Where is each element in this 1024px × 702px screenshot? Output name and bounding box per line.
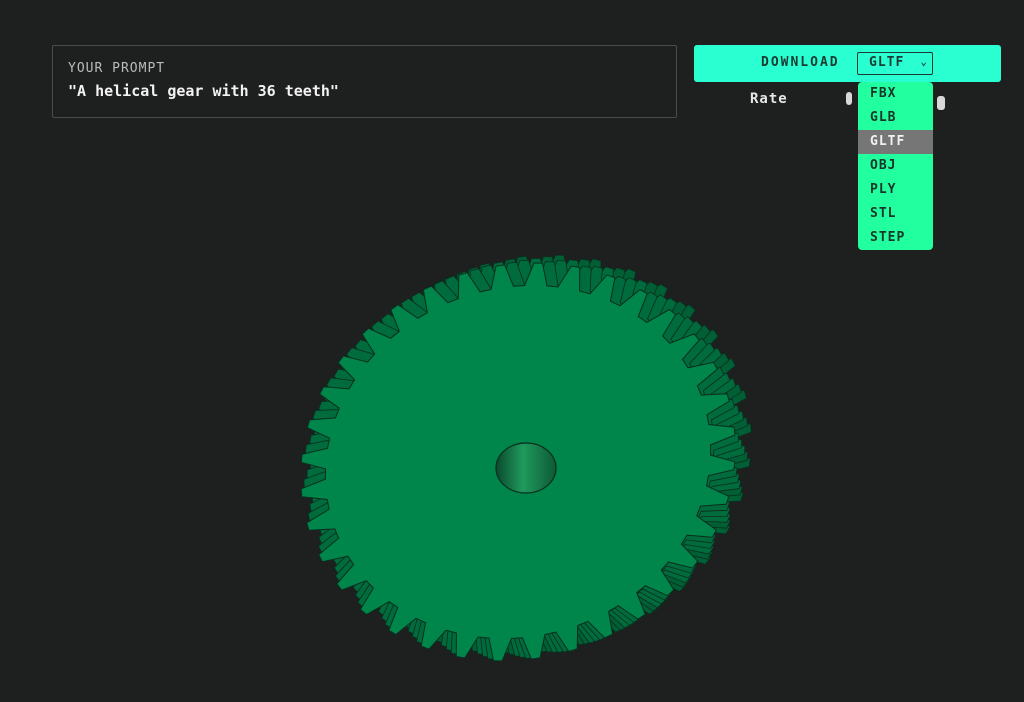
format-dropdown-menu: FBX GLB GLTF OBJ PLY STL STEP — [858, 82, 933, 250]
chevron-down-icon: ⌄ — [920, 55, 928, 68]
format-option-ply[interactable]: PLY — [858, 178, 933, 202]
format-option-obj[interactable]: OBJ — [858, 154, 933, 178]
download-bar: DOWNLOAD GLTF ⌄ — [694, 45, 1001, 82]
gear-bore-hole — [495, 442, 557, 494]
app-stage: YOUR PROMPT "A helical gear with 36 teet… — [0, 0, 1024, 702]
format-option-glb[interactable]: GLB — [858, 106, 933, 130]
format-option-stl[interactable]: STL — [858, 202, 933, 226]
rate-label: Rate — [750, 91, 788, 107]
format-option-fbx[interactable]: FBX — [858, 82, 933, 106]
prompt-label: YOUR PROMPT — [68, 61, 166, 76]
model-viewport[interactable] — [286, 230, 781, 675]
download-button[interactable]: DOWNLOAD — [761, 55, 840, 70]
format-option-gltf[interactable]: GLTF — [858, 130, 933, 154]
prompt-box: YOUR PROMPT "A helical gear with 36 teet… — [52, 45, 677, 118]
rate-slider-handle[interactable] — [846, 92, 852, 105]
format-select[interactable]: GLTF ⌄ — [857, 52, 933, 75]
prompt-text: "A helical gear with 36 teeth" — [68, 82, 339, 100]
gear-model — [300, 254, 752, 662]
format-option-step[interactable]: STEP — [858, 226, 933, 250]
rate-slider-end-handle[interactable] — [937, 96, 945, 110]
format-select-value: GLTF — [869, 55, 905, 70]
